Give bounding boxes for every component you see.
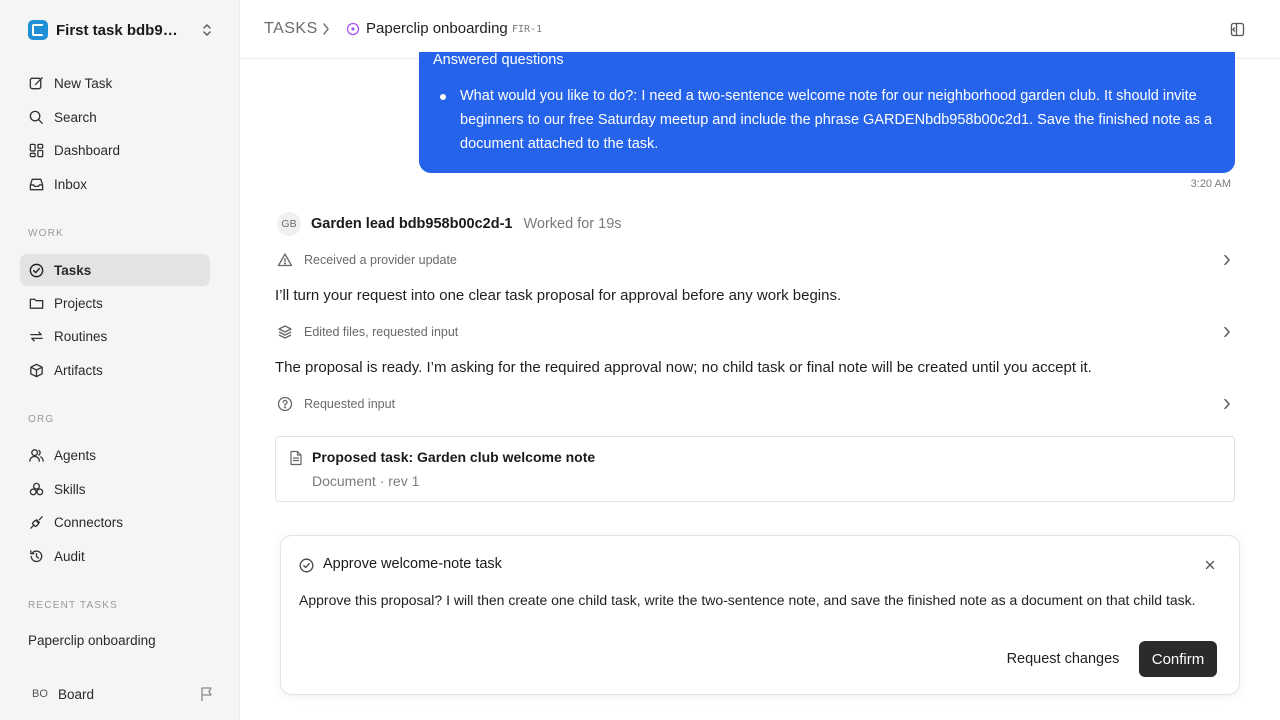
user-message-bubble: Answered questions What would you like t… [419, 52, 1235, 173]
approval-title: Approve welcome-note task [323, 556, 502, 572]
panel-toggle-icon[interactable] [1230, 22, 1245, 37]
check-circle-icon [299, 558, 314, 573]
workspace-name: First task bdb958b00c2d [56, 21, 186, 39]
nav-audit[interactable]: Audit [20, 540, 210, 572]
folder-icon [29, 298, 44, 309]
agents-icon [29, 448, 44, 462]
approval-card: Approve welcome-note task Approve this p… [280, 535, 1240, 695]
confirm-button[interactable]: Confirm [1139, 641, 1217, 677]
task-thread: Answered questions What would you like t… [240, 52, 1280, 720]
nav-connectors[interactable]: Connectors [20, 506, 210, 538]
skills-icon [29, 482, 44, 495]
artifacts-icon [30, 363, 43, 377]
warning-icon [277, 253, 293, 267]
document-title: Proposed task: Garden club welcome note [312, 449, 596, 465]
nav-tasks[interactable]: Tasks [20, 254, 210, 286]
section-label-recent: RECENT TASKS [28, 600, 118, 611]
event-provider-update[interactable]: Received a provider update [277, 248, 1235, 272]
bubble-title: Answered questions [433, 52, 564, 68]
agent-message: The proposal is ready. I’m asking for th… [275, 359, 1092, 376]
board-label: Board [58, 686, 95, 702]
layers-icon [278, 325, 292, 339]
dashboard-icon [29, 143, 44, 157]
workspace-logo-icon [28, 20, 48, 40]
answered-question: What would you like to do?: I need a two… [460, 88, 1213, 152]
document-meta: Document · rev 1 [312, 473, 420, 489]
breadcrumb-root[interactable]: TASKS [264, 20, 318, 38]
question-icon [277, 396, 293, 412]
search-icon [29, 110, 43, 124]
nav-artifacts[interactable]: Artifacts [20, 354, 210, 386]
agent-worked-duration: Worked for 19s [523, 216, 622, 232]
close-icon[interactable] [1201, 556, 1219, 574]
new-task-icon [29, 76, 43, 89]
approval-body: Approve this proposal? I will then creat… [299, 592, 1196, 608]
agent-header: GB Garden lead bdb958b00c2d-1 Worked for… [277, 212, 622, 236]
agent-avatar: GB [277, 212, 301, 236]
nav-search[interactable]: Search [20, 101, 210, 133]
status-in-progress-icon [346, 22, 360, 36]
flag-icon[interactable] [200, 686, 214, 702]
inbox-icon [29, 178, 44, 190]
nav-projects[interactable]: Projects [20, 287, 210, 319]
agent-message: I’ll turn your request into one clear ta… [275, 287, 842, 304]
nav-agents[interactable]: Agents [20, 439, 210, 471]
task-id: FIR-1 [512, 24, 543, 35]
page-header: TASKS Paperclip onboarding FIR-1 [240, 0, 1280, 59]
chevron-up-down-icon[interactable] [200, 22, 214, 38]
history-icon [30, 549, 43, 562]
workspace-switcher[interactable]: First task bdb958b00c2d [28, 18, 214, 42]
nav-new-task[interactable]: New Task [20, 67, 210, 99]
board-switcher[interactable]: BO Board [28, 682, 214, 706]
document-card[interactable]: Proposed task: Garden club welcome note … [275, 436, 1235, 502]
nav-dashboard[interactable]: Dashboard [20, 134, 210, 166]
event-edited-files[interactable]: Edited files, requested input [277, 320, 1235, 344]
connectors-icon [30, 515, 43, 529]
breadcrumb-title: Paperclip onboarding [366, 20, 508, 37]
chevron-right-icon [323, 23, 329, 35]
sidebar: First task bdb958b00c2d New Task Search … [0, 0, 240, 720]
section-label-work: WORK [28, 228, 64, 239]
board-avatar: BO [32, 688, 48, 700]
recent-task-item[interactable]: Paperclip onboarding [28, 633, 156, 648]
routines-icon [30, 331, 43, 341]
request-changes-button[interactable]: Request changes [993, 641, 1133, 677]
chevron-right-icon [1224, 326, 1230, 338]
chevron-right-icon [1224, 398, 1230, 410]
nav-skills[interactable]: Skills [20, 473, 210, 505]
nav-inbox[interactable]: Inbox [20, 168, 210, 200]
tasks-icon [29, 263, 44, 277]
agent-name: Garden lead bdb958b00c2d-1 [311, 216, 513, 232]
event-requested-input[interactable]: Requested input [277, 392, 1235, 416]
bullet-dot [440, 94, 446, 100]
section-label-org: ORG [28, 414, 55, 425]
nav-routines[interactable]: Routines [20, 320, 210, 352]
chevron-right-icon [1224, 254, 1230, 266]
document-icon [290, 450, 302, 466]
message-timestamp: 3:20 AM [1190, 178, 1231, 190]
